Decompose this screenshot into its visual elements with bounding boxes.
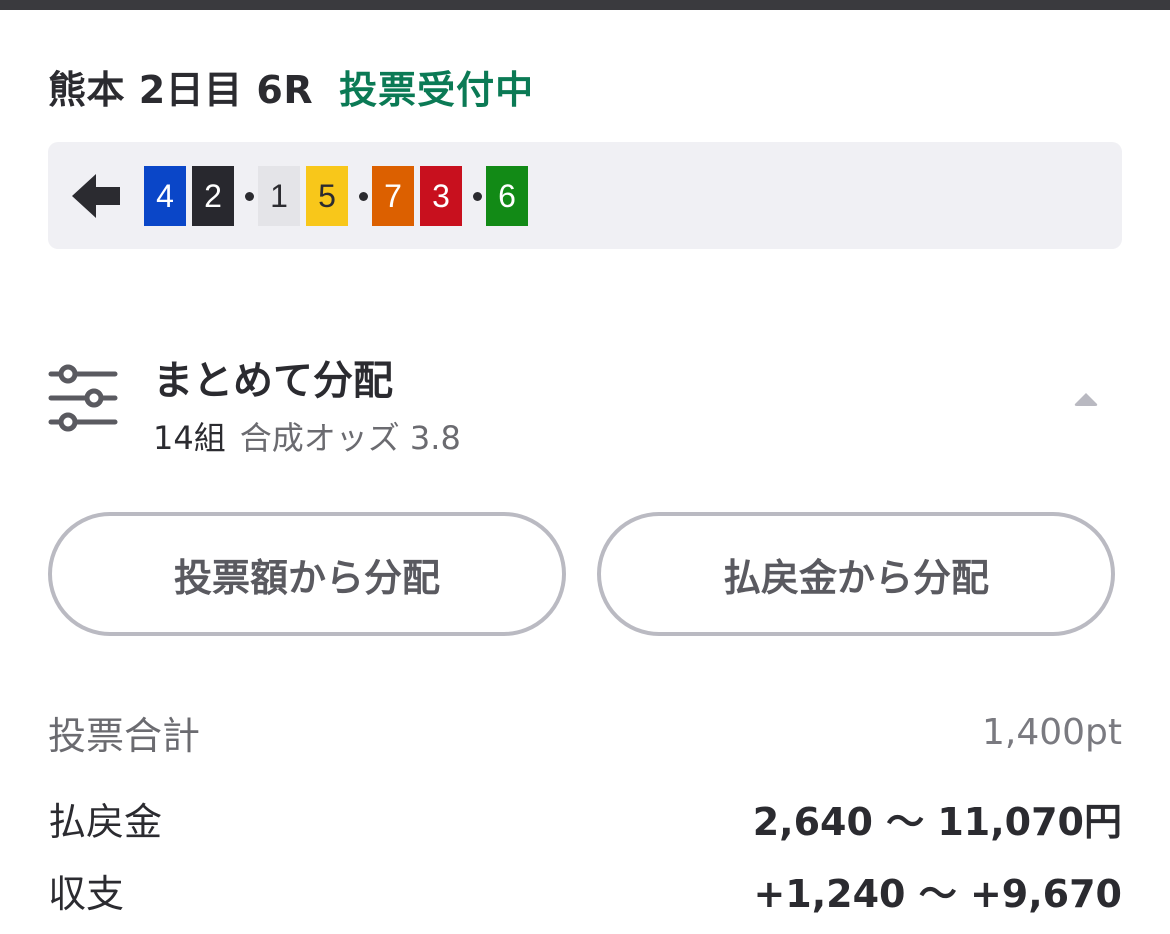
race-title: 熊本 2日目 6R	[48, 67, 314, 112]
chevron-up-icon[interactable]	[1072, 390, 1100, 408]
horse-number-chip: 4	[144, 166, 186, 226]
horse-number-chip: 1	[258, 166, 300, 226]
top-bar	[0, 0, 1170, 10]
horse-number-chip: 6	[486, 166, 528, 226]
balance-row: 収支 +1,240 〜 +9,670	[48, 862, 1122, 918]
total-stake-row: 投票合計 1,400pt	[48, 705, 1122, 759]
arrow-left-icon	[72, 174, 120, 218]
total-stake-label: 投票合計	[48, 713, 201, 758]
distribute-by-stake-button[interactable]: 投票額から分配	[48, 512, 566, 636]
race-status: 投票受付中	[339, 67, 535, 112]
horse-number-chip: 2	[192, 166, 234, 226]
total-stake-value: 1,400pt	[981, 711, 1122, 753]
balance-label: 収支	[48, 871, 125, 916]
race-header: 熊本 2日目 6R 投票受付中	[48, 58, 534, 114]
sliders-icon	[48, 364, 118, 432]
balance-value: +1,240 〜 +9,670	[753, 871, 1122, 916]
payout-row: 払戻金 2,640 〜 11,070円	[48, 790, 1122, 846]
separator-dot	[472, 192, 482, 201]
payout-label: 払戻金	[48, 799, 163, 844]
separator-dot	[358, 192, 368, 201]
distribution-title: まとめて分配	[153, 358, 393, 404]
distribute-by-payout-button[interactable]: 払戻金から分配	[597, 512, 1115, 636]
horse-number-chip: 5	[306, 166, 348, 226]
combined-odds: 合成オッズ 3.8	[239, 419, 461, 457]
distribution-subtitle: 14組 合成オッズ 3.8	[153, 413, 461, 459]
selection-order-box: 4215736	[48, 142, 1122, 249]
combination-count: 14組	[153, 419, 226, 457]
horse-number-chip: 7	[372, 166, 414, 226]
payout-value: 2,640 〜 11,070円	[752, 799, 1122, 844]
separator-dot	[244, 192, 254, 201]
horse-number-chip: 3	[420, 166, 462, 226]
